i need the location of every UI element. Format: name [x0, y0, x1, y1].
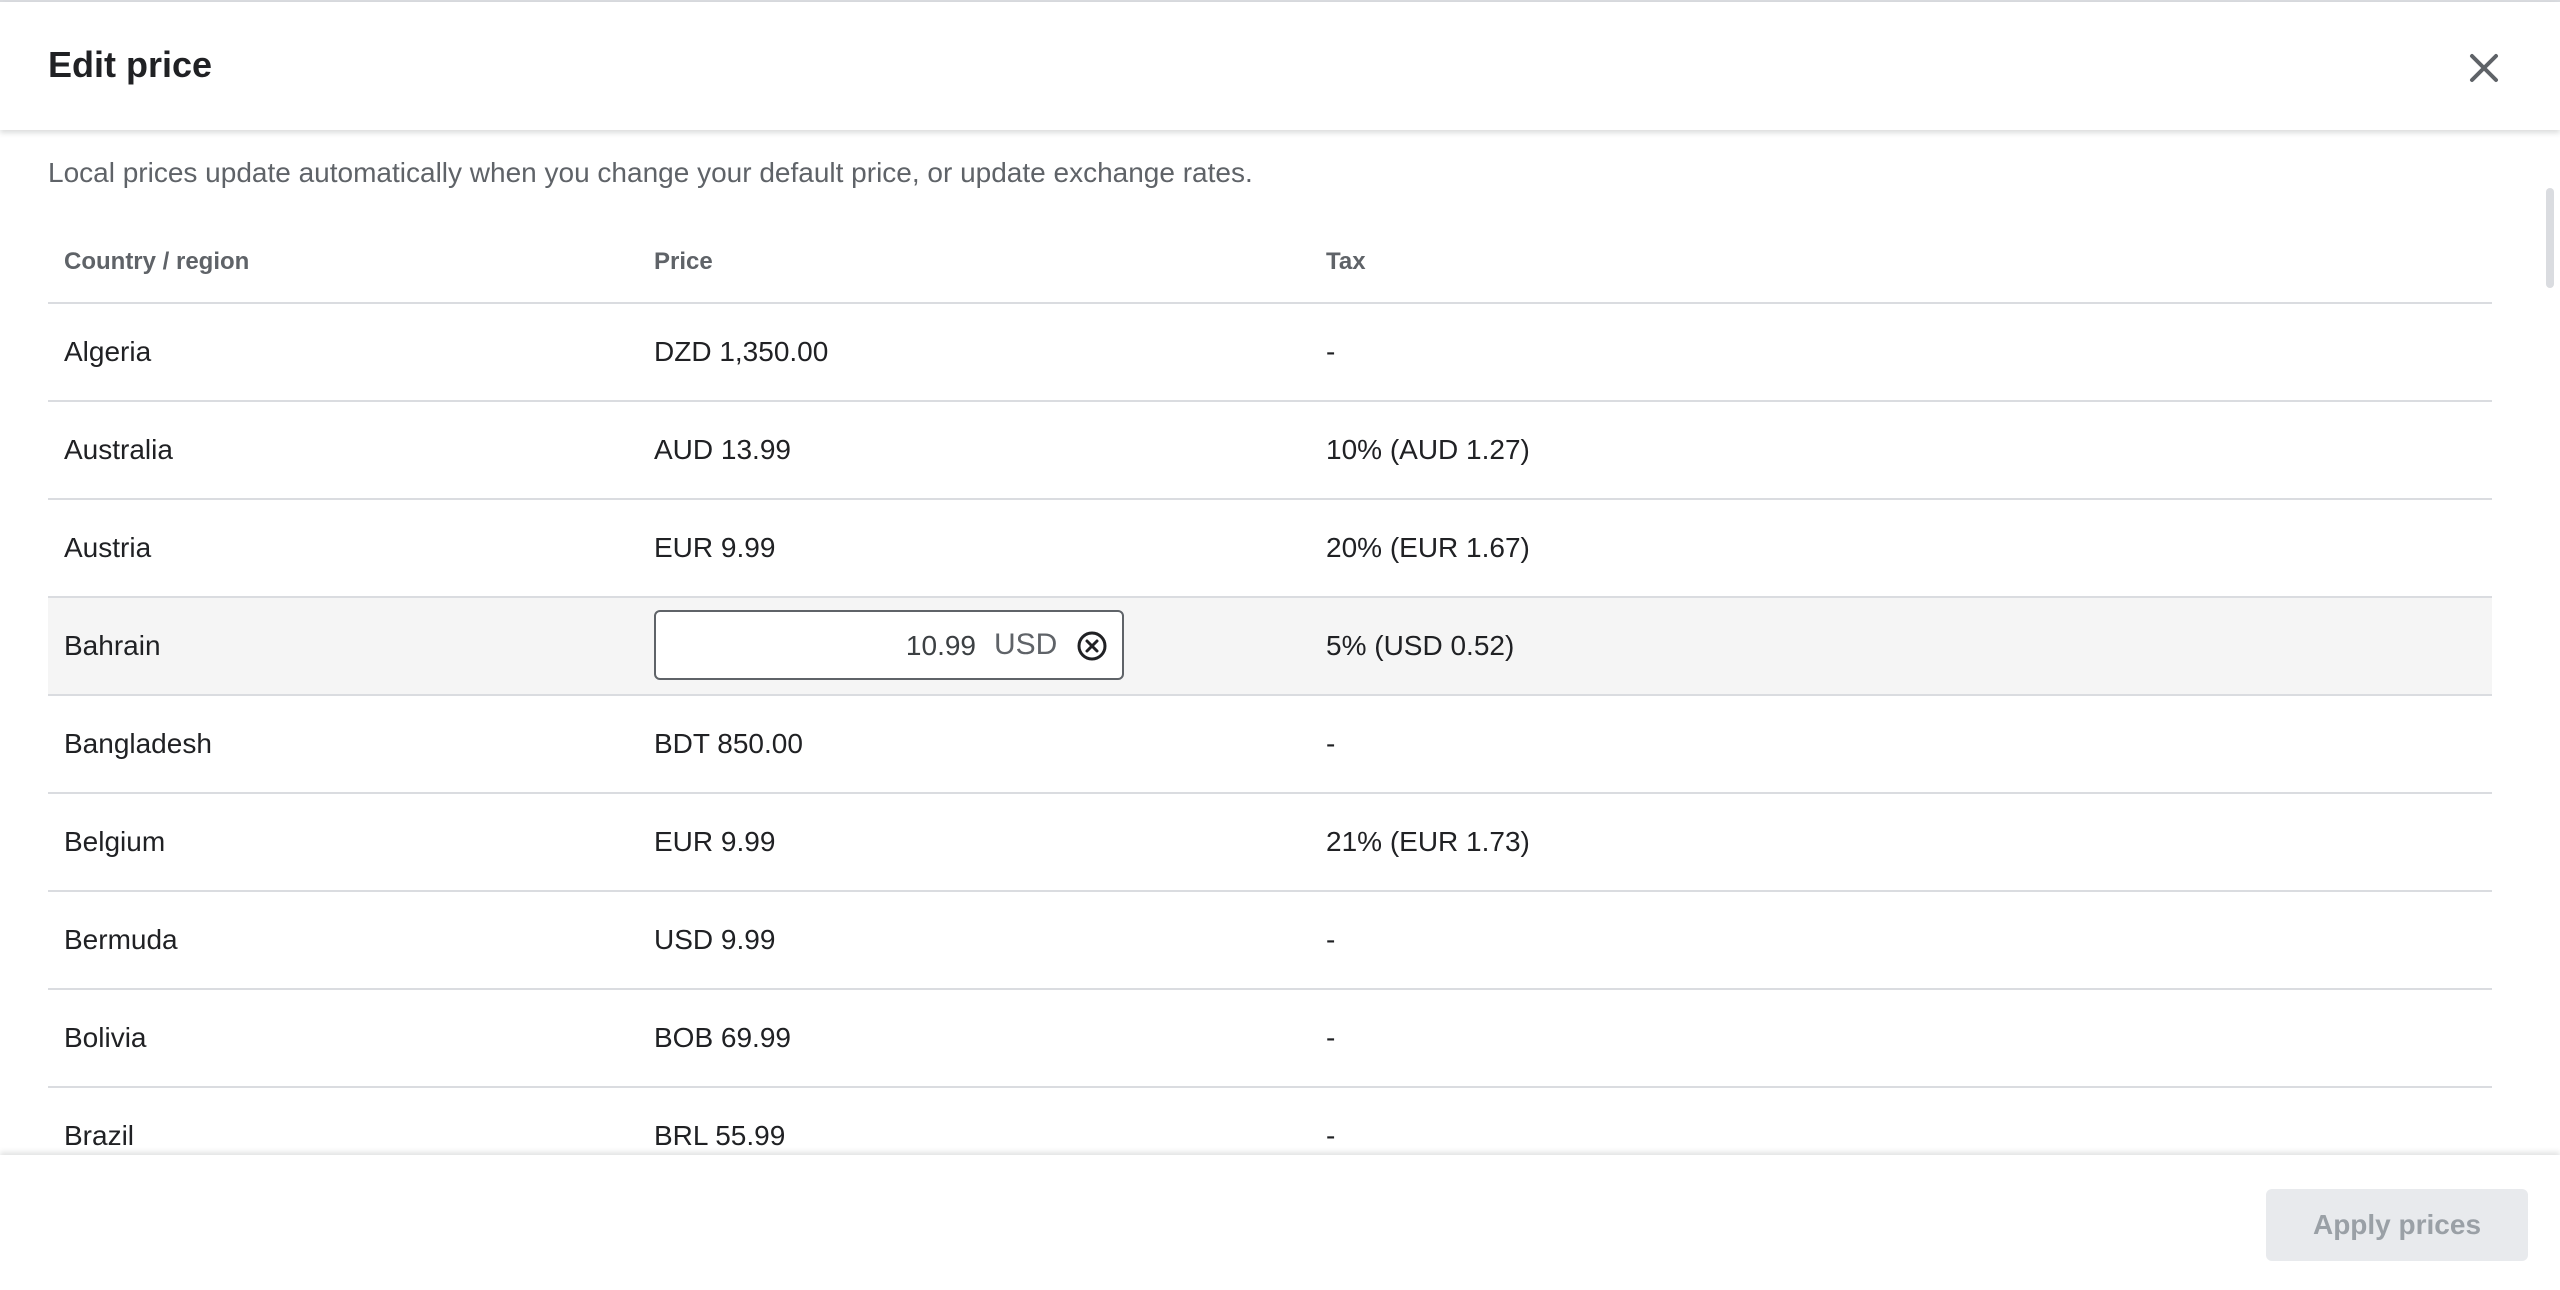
table-row[interactable]: Bangladesh BDT 850.00 - — [48, 696, 2492, 794]
country-cell: Bermuda — [64, 924, 178, 955]
country-cell: Austria — [64, 532, 152, 563]
tax-cell: - — [1326, 336, 1336, 367]
scrollbar-thumb[interactable] — [2546, 188, 2554, 288]
country-cell: Belgium — [64, 826, 166, 857]
clear-circle-icon[interactable] — [1074, 628, 1110, 664]
price-cell: USD 9.99 — [654, 924, 776, 955]
price-cell: EUR 9.99 — [654, 532, 776, 563]
tax-cell: - — [1326, 1022, 1336, 1053]
tax-cell: 20% (EUR 1.67) — [1326, 532, 1530, 563]
close-button[interactable] — [2462, 46, 2506, 90]
price-input[interactable] — [676, 624, 976, 668]
price-cell: BOB 69.99 — [654, 1022, 791, 1053]
tax-cell: - — [1326, 1120, 1336, 1151]
tax-cell: 5% (USD 0.52) — [1326, 630, 1515, 661]
table-row[interactable]: Australia AUD 13.99 10% (AUD 1.27) — [48, 402, 2492, 500]
country-cell: Australia — [64, 434, 173, 465]
dialog-description: Local prices update automatically when y… — [48, 157, 1253, 188]
table-row-selected[interactable]: Bahrain USD 5% (USD 0.52) — [48, 598, 2492, 696]
header-price: Price — [654, 248, 713, 275]
country-cell: Bangladesh — [64, 728, 212, 759]
table-row[interactable]: Algeria DZD 1,350.00 - — [48, 304, 2492, 402]
apply-prices-button[interactable]: Apply prices — [2266, 1189, 2528, 1261]
close-icon — [2470, 54, 2498, 82]
table-row[interactable]: Austria EUR 9.99 20% (EUR 1.67) — [48, 500, 2492, 598]
price-input-field[interactable]: USD — [654, 610, 1124, 680]
table-header: Country / region Price Tax — [48, 222, 2492, 304]
table-row[interactable]: Belgium EUR 9.99 21% (EUR 1.73) — [48, 794, 2492, 892]
dialog-title: Edit price — [48, 44, 213, 85]
price-cell: EUR 9.99 — [654, 826, 776, 857]
price-cell: BDT 850.00 — [654, 728, 803, 759]
country-cell: Bahrain — [64, 630, 161, 661]
price-cell: BRL 55.99 — [654, 1120, 786, 1151]
price-table: Country / region Price Tax Algeria DZD 1… — [48, 222, 2492, 1186]
tax-cell: - — [1326, 728, 1336, 759]
table-row[interactable]: Bolivia BOB 69.99 - — [48, 990, 2492, 1088]
tax-cell: 10% (AUD 1.27) — [1326, 434, 1530, 465]
header-country: Country / region — [64, 248, 250, 275]
currency-label: USD — [994, 628, 1058, 661]
country-cell: Brazil — [64, 1120, 135, 1151]
country-cell: Bolivia — [64, 1022, 147, 1053]
tax-cell: 21% (EUR 1.73) — [1326, 826, 1530, 857]
table-row[interactable]: Bermuda USD 9.99 - — [48, 892, 2492, 990]
price-cell: DZD 1,350.00 — [654, 336, 829, 367]
header-tax: Tax — [1326, 248, 1366, 275]
dialog-footer: Apply prices — [0, 1155, 2560, 1290]
dialog-header: Edit price — [0, 2, 2560, 130]
tax-cell: - — [1326, 924, 1336, 955]
price-cell: AUD 13.99 — [654, 434, 791, 465]
country-cell: Algeria — [64, 336, 152, 367]
